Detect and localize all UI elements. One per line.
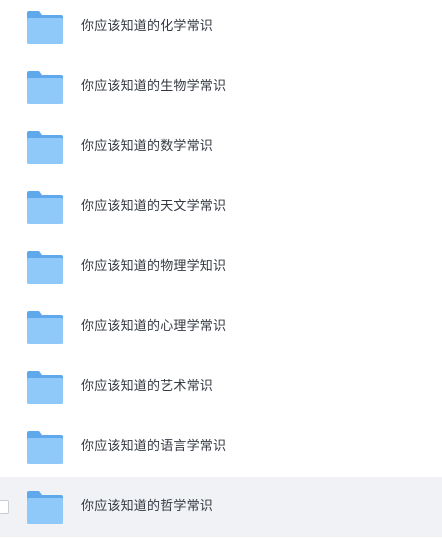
folder-row[interactable]: 你应该知道的生物学常识	[0, 57, 442, 117]
folder-row[interactable]: 你应该知道的天文学常识	[0, 177, 442, 237]
folder-name[interactable]: 你应该知道的生物学常识	[81, 57, 226, 117]
folder-row[interactable]: 你应该知道的语言学常识	[0, 417, 442, 477]
folder-icon	[26, 129, 64, 165]
folder-icon	[26, 489, 64, 525]
folder-row[interactable]: 你应该知道的心理学常识	[0, 297, 442, 357]
folder-name[interactable]: 你应该知道的化学常识	[81, 0, 213, 57]
folder-name[interactable]: 你应该知道的物理学知识	[81, 237, 226, 297]
folder-row[interactable]: 你应该知道的物理学知识	[0, 237, 442, 297]
folder-name[interactable]: 你应该知道的哲学常识	[81, 477, 213, 537]
folder-icon	[26, 429, 64, 465]
folder-row[interactable]: 你应该知道的化学常识	[0, 0, 442, 57]
folder-row-hovered[interactable]: 你应该知道的哲学常识	[0, 477, 442, 537]
row-checkbox[interactable]	[0, 500, 9, 514]
folder-icon	[26, 189, 64, 225]
folder-row[interactable]: 你应该知道的艺术常识	[0, 357, 442, 417]
folder-icon	[26, 309, 64, 345]
file-list: 你应该知道的化学常识 你应该知道的生物学常识 你应该知道的数学常识 你应该知道的…	[0, 0, 442, 537]
folder-name[interactable]: 你应该知道的心理学常识	[81, 297, 226, 357]
folder-icon	[26, 9, 64, 45]
folder-icon	[26, 249, 64, 285]
folder-name[interactable]: 你应该知道的语言学常识	[81, 417, 226, 477]
folder-icon	[26, 369, 64, 405]
folder-icon	[26, 69, 64, 105]
folder-row[interactable]: 你应该知道的数学常识	[0, 117, 442, 177]
folder-name[interactable]: 你应该知道的数学常识	[81, 117, 213, 177]
folder-name[interactable]: 你应该知道的天文学常识	[81, 177, 226, 237]
folder-name[interactable]: 你应该知道的艺术常识	[81, 357, 213, 417]
